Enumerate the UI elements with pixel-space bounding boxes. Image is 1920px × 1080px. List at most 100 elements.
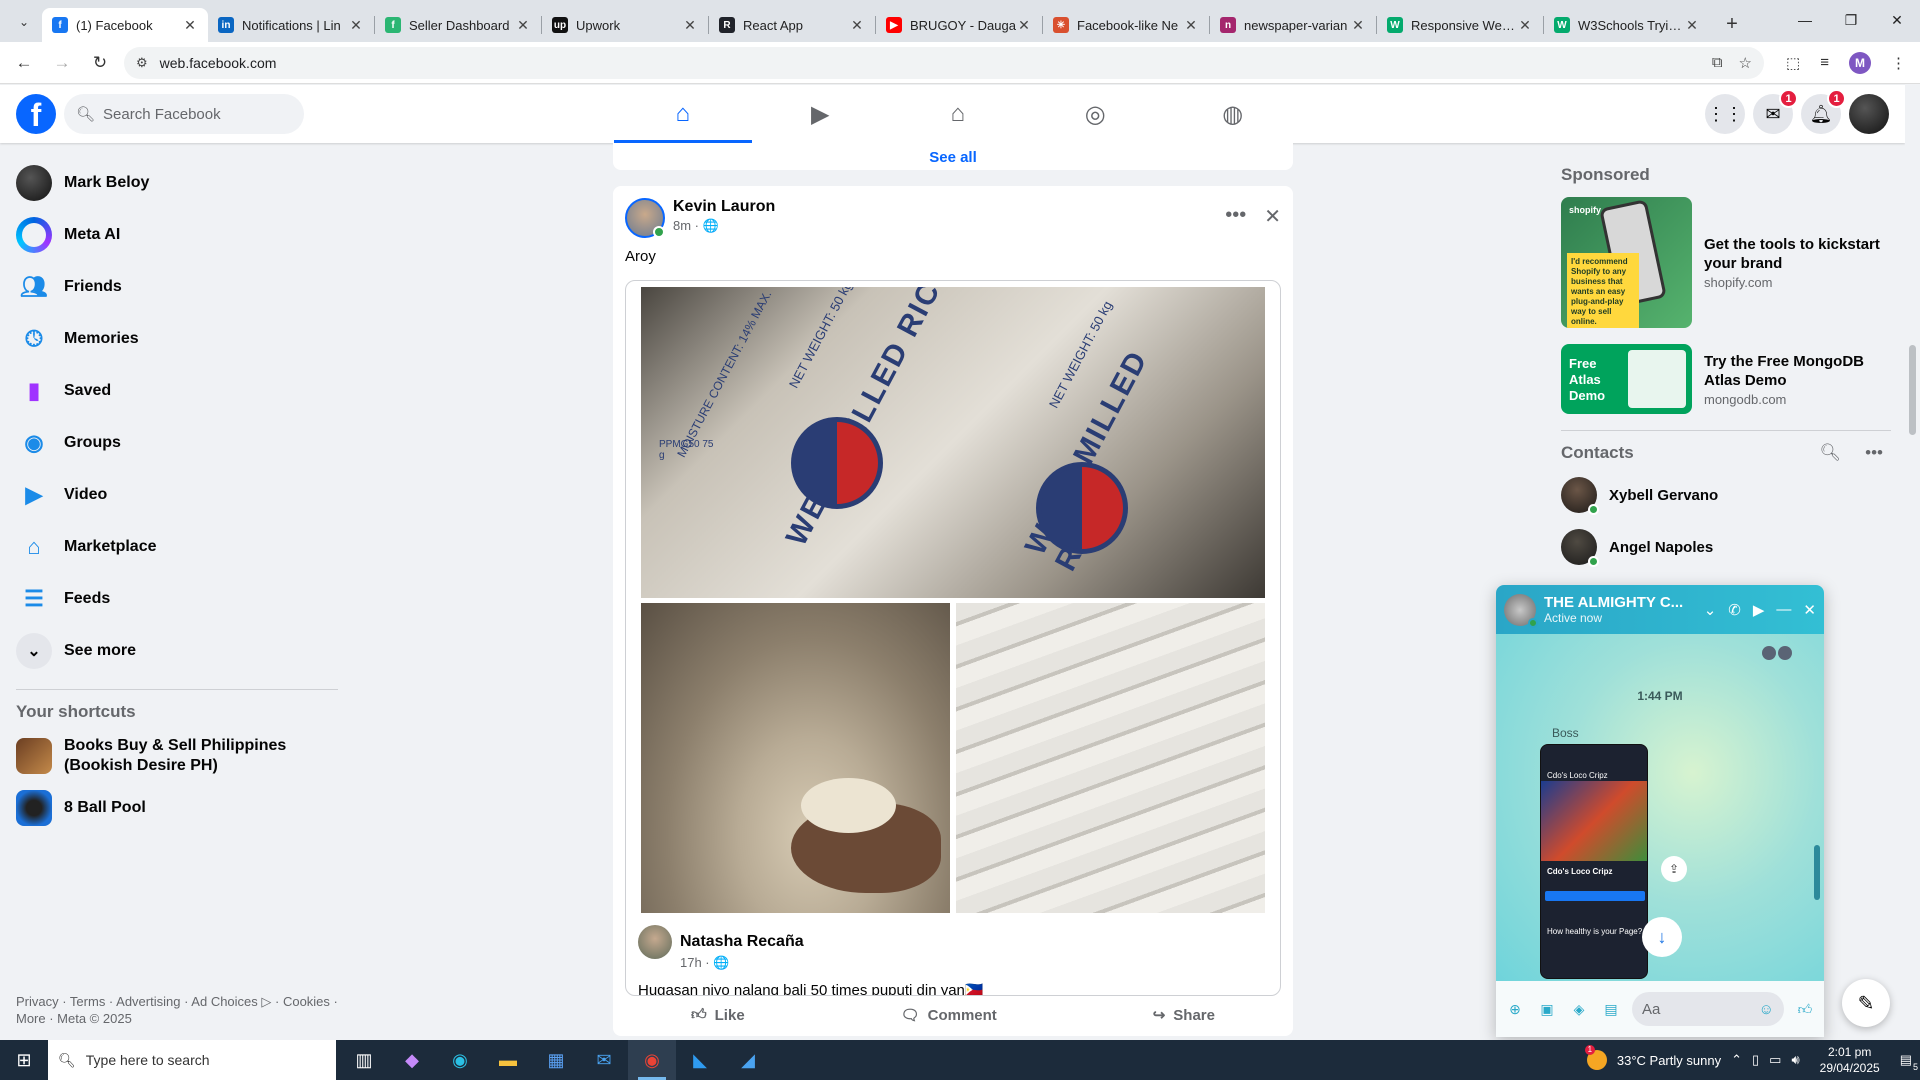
message-input[interactable]: Aa ☺ xyxy=(1632,992,1784,1026)
facebook-logo-icon[interactable]: f xyxy=(16,94,56,134)
forward-icon[interactable]: → xyxy=(48,49,76,77)
chrome-icon[interactable]: ◉ xyxy=(628,1040,676,1080)
taskbar-search[interactable]: 🔍︎ Type here to search xyxy=(48,1040,336,1080)
mail-icon[interactable]: ✉ xyxy=(580,1040,628,1080)
install-app-icon[interactable]: ⧉ xyxy=(1712,54,1723,72)
sidebar-item-friends[interactable]: 👥︎ Friends xyxy=(8,261,348,313)
close-icon[interactable]: ✕ xyxy=(1803,601,1816,619)
shared-author-avatar[interactable] xyxy=(638,925,672,959)
copilot-icon[interactable]: ◆ xyxy=(388,1040,436,1080)
weather-icon[interactable] xyxy=(1584,1045,1607,1070)
weather-text[interactable]: 33°C Partly sunny xyxy=(1617,1053,1721,1068)
contact-item[interactable]: Angel Napoles xyxy=(1561,521,1891,573)
footer-line[interactable]: Privacy · Terms · Advertising · Ad Choic… xyxy=(16,993,356,1010)
tab-close-icon[interactable]: ✕ xyxy=(1517,17,1533,34)
thumbs-up-icon[interactable]: 👍︎ xyxy=(1794,998,1816,1020)
tab-close-icon[interactable]: ✕ xyxy=(682,17,698,34)
more-options-icon[interactable]: ••• xyxy=(1225,204,1246,238)
tab-close-icon[interactable]: ✕ xyxy=(348,17,364,34)
volume-icon[interactable]: 🔊︎ xyxy=(1791,1052,1799,1068)
paint-icon[interactable]: ◢ xyxy=(724,1040,772,1080)
restore-icon[interactable]: ❐ xyxy=(1828,0,1874,40)
like-button[interactable]: 👍︎ Like xyxy=(691,1006,745,1024)
new-message-button[interactable]: ✎ xyxy=(1842,979,1890,1027)
sidebar-item-video[interactable]: ▶ Video xyxy=(8,469,348,521)
author-avatar[interactable] xyxy=(625,198,665,238)
file-explorer-icon[interactable]: ▬ xyxy=(484,1040,532,1080)
shared-post[interactable]: WELL MILLED RICE WELL MILLED RICE NET WE… xyxy=(625,280,1281,996)
rice-sacks-photo[interactable]: WELL MILLED RICE WELL MILLED RICE NET WE… xyxy=(641,287,1265,598)
tab-close-icon[interactable]: ✕ xyxy=(1684,17,1700,34)
see-all-link[interactable]: See all xyxy=(929,149,977,166)
minimize-icon[interactable]: — xyxy=(1782,0,1828,40)
tray-app-icon[interactable]: ▯ xyxy=(1752,1052,1759,1068)
store-icon[interactable]: ▦ xyxy=(532,1040,580,1080)
browser-tab[interactable]: f (1) Facebook ✕ xyxy=(42,8,208,42)
sidebar-item-saved[interactable]: ▮ Saved xyxy=(8,365,348,417)
edge-icon[interactable]: ◉ xyxy=(436,1040,484,1080)
task-view-icon[interactable]: ▥ xyxy=(340,1040,388,1080)
plus-icon[interactable]: ⊕ xyxy=(1504,998,1526,1020)
nav-video[interactable]: ▶ xyxy=(752,85,890,143)
phone-icon[interactable]: ✆ xyxy=(1728,601,1741,619)
shared-author[interactable]: Natasha Recaña xyxy=(680,933,804,951)
nav-home[interactable]: ⌂ xyxy=(614,85,752,143)
ad-image[interactable]: shopify I'd recommend Shopify to any bus… xyxy=(1561,197,1692,328)
extensions-icon[interactable]: ⬚ xyxy=(1786,54,1800,72)
rice-in-hand-photo[interactable] xyxy=(641,603,950,913)
post-timestamp[interactable]: 8m · 🌐 xyxy=(673,218,775,234)
video-call-icon[interactable]: ▶ xyxy=(1753,601,1765,619)
network-icon[interactable]: ▭ xyxy=(1769,1052,1781,1068)
sidebar-item-memories[interactable]: 🕓︎ Memories xyxy=(8,313,348,365)
minimize-icon[interactable]: — xyxy=(1776,601,1791,619)
browser-tab[interactable]: ✳ Facebook-like Ne ✕ xyxy=(1043,8,1209,42)
shared-timestamp[interactable]: 17h · 🌐 xyxy=(680,955,1270,971)
notification-center-icon[interactable]: ▤ 5 xyxy=(1900,1052,1918,1072)
ad-shopify[interactable]: shopify I'd recommend Shopify to any bus… xyxy=(1561,197,1891,328)
notifications-button[interactable]: 🔔︎ 1 xyxy=(1801,89,1846,134)
sticker-icon[interactable]: ◈ xyxy=(1568,998,1590,1020)
page-scrollbar[interactable] xyxy=(1905,85,1920,1040)
contact-item[interactable]: Xybell Gervano xyxy=(1561,469,1891,521)
search-icon[interactable]: 🔍︎ xyxy=(1820,443,1842,463)
site-info-icon[interactable]: ⚙ xyxy=(136,55,148,71)
tab-close-icon[interactable]: ✕ xyxy=(182,17,198,34)
share-button[interactable]: ↪ Share xyxy=(1153,1006,1215,1025)
facebook-search-input[interactable]: 🔍︎ Search Facebook xyxy=(64,94,304,134)
reload-icon[interactable]: ↻ xyxy=(86,49,114,77)
nav-gaming[interactable]: ◍ xyxy=(1164,85,1302,143)
menu-grid-button[interactable]: ⋮⋮ xyxy=(1705,94,1745,134)
tab-search-icon[interactable]: ⌄ xyxy=(12,10,36,34)
clock[interactable]: 2:01 pm 29/04/2025 xyxy=(1820,1044,1880,1076)
post-image-grid[interactable]: WELL MILLED RICE WELL MILLED RICE NET WE… xyxy=(641,287,1265,913)
sidebar-item-feeds[interactable]: ☰ Feeds xyxy=(8,573,348,625)
shared-screenshot[interactable]: Cdo's Loco Cripz Cdo's Loco Cripz How he… xyxy=(1540,744,1648,979)
close-window-icon[interactable]: ✕ xyxy=(1874,0,1920,40)
address-bar[interactable]: ⚙ web.facebook.com ⧉ ☆ xyxy=(124,46,1764,79)
back-icon[interactable]: ← xyxy=(10,49,38,77)
ad-mongodb[interactable]: Free Atlas Demo Try the Free MongoDB Atl… xyxy=(1561,344,1891,414)
tab-close-icon[interactable]: ✕ xyxy=(515,17,531,34)
chevron-up-icon[interactable]: ⌃ xyxy=(1731,1052,1742,1068)
chevron-down-icon[interactable]: ⌄ xyxy=(1704,601,1717,619)
browser-tab[interactable]: n newspaper-varian ✕ xyxy=(1210,8,1376,42)
messenger-button[interactable]: ✉ 1 xyxy=(1753,89,1798,134)
footer-line[interactable]: More · Meta © 2025 xyxy=(16,1010,356,1027)
close-icon[interactable]: ✕ xyxy=(1264,204,1281,238)
comment-button[interactable]: 🗨︎ Comment xyxy=(901,1006,997,1025)
browser-tab[interactable]: R React App ✕ xyxy=(709,8,875,42)
browser-tab[interactable]: in Notifications | Lin ✕ xyxy=(208,8,374,42)
gif-icon[interactable]: ▤ xyxy=(1600,998,1622,1020)
emoji-icon[interactable]: ☺ xyxy=(1759,1001,1774,1018)
nav-marketplace[interactable]: ⌂ xyxy=(889,85,1027,143)
ad-image[interactable]: Free Atlas Demo xyxy=(1561,344,1692,414)
tab-close-icon[interactable]: ✕ xyxy=(849,17,865,34)
shortcut-books-buy-sell[interactable]: Books Buy & Sell Philippines (Bookish De… xyxy=(8,730,348,782)
shortcut-8-ball-pool[interactable]: 8 Ball Pool xyxy=(8,782,348,834)
browser-tab[interactable]: ▶ BRUGOY - Dauga ✕ xyxy=(876,8,1042,42)
chat-avatar[interactable] xyxy=(1504,593,1538,628)
chrome-menu-icon[interactable]: ⋮ xyxy=(1891,54,1906,72)
chat-messages[interactable]: 1:44 PM Boss Cdo's Loco Cripz Cdo's Loco… xyxy=(1496,634,1824,981)
forward-icon[interactable]: ⇪ xyxy=(1661,856,1687,882)
tab-close-icon[interactable]: ✕ xyxy=(1183,17,1199,34)
